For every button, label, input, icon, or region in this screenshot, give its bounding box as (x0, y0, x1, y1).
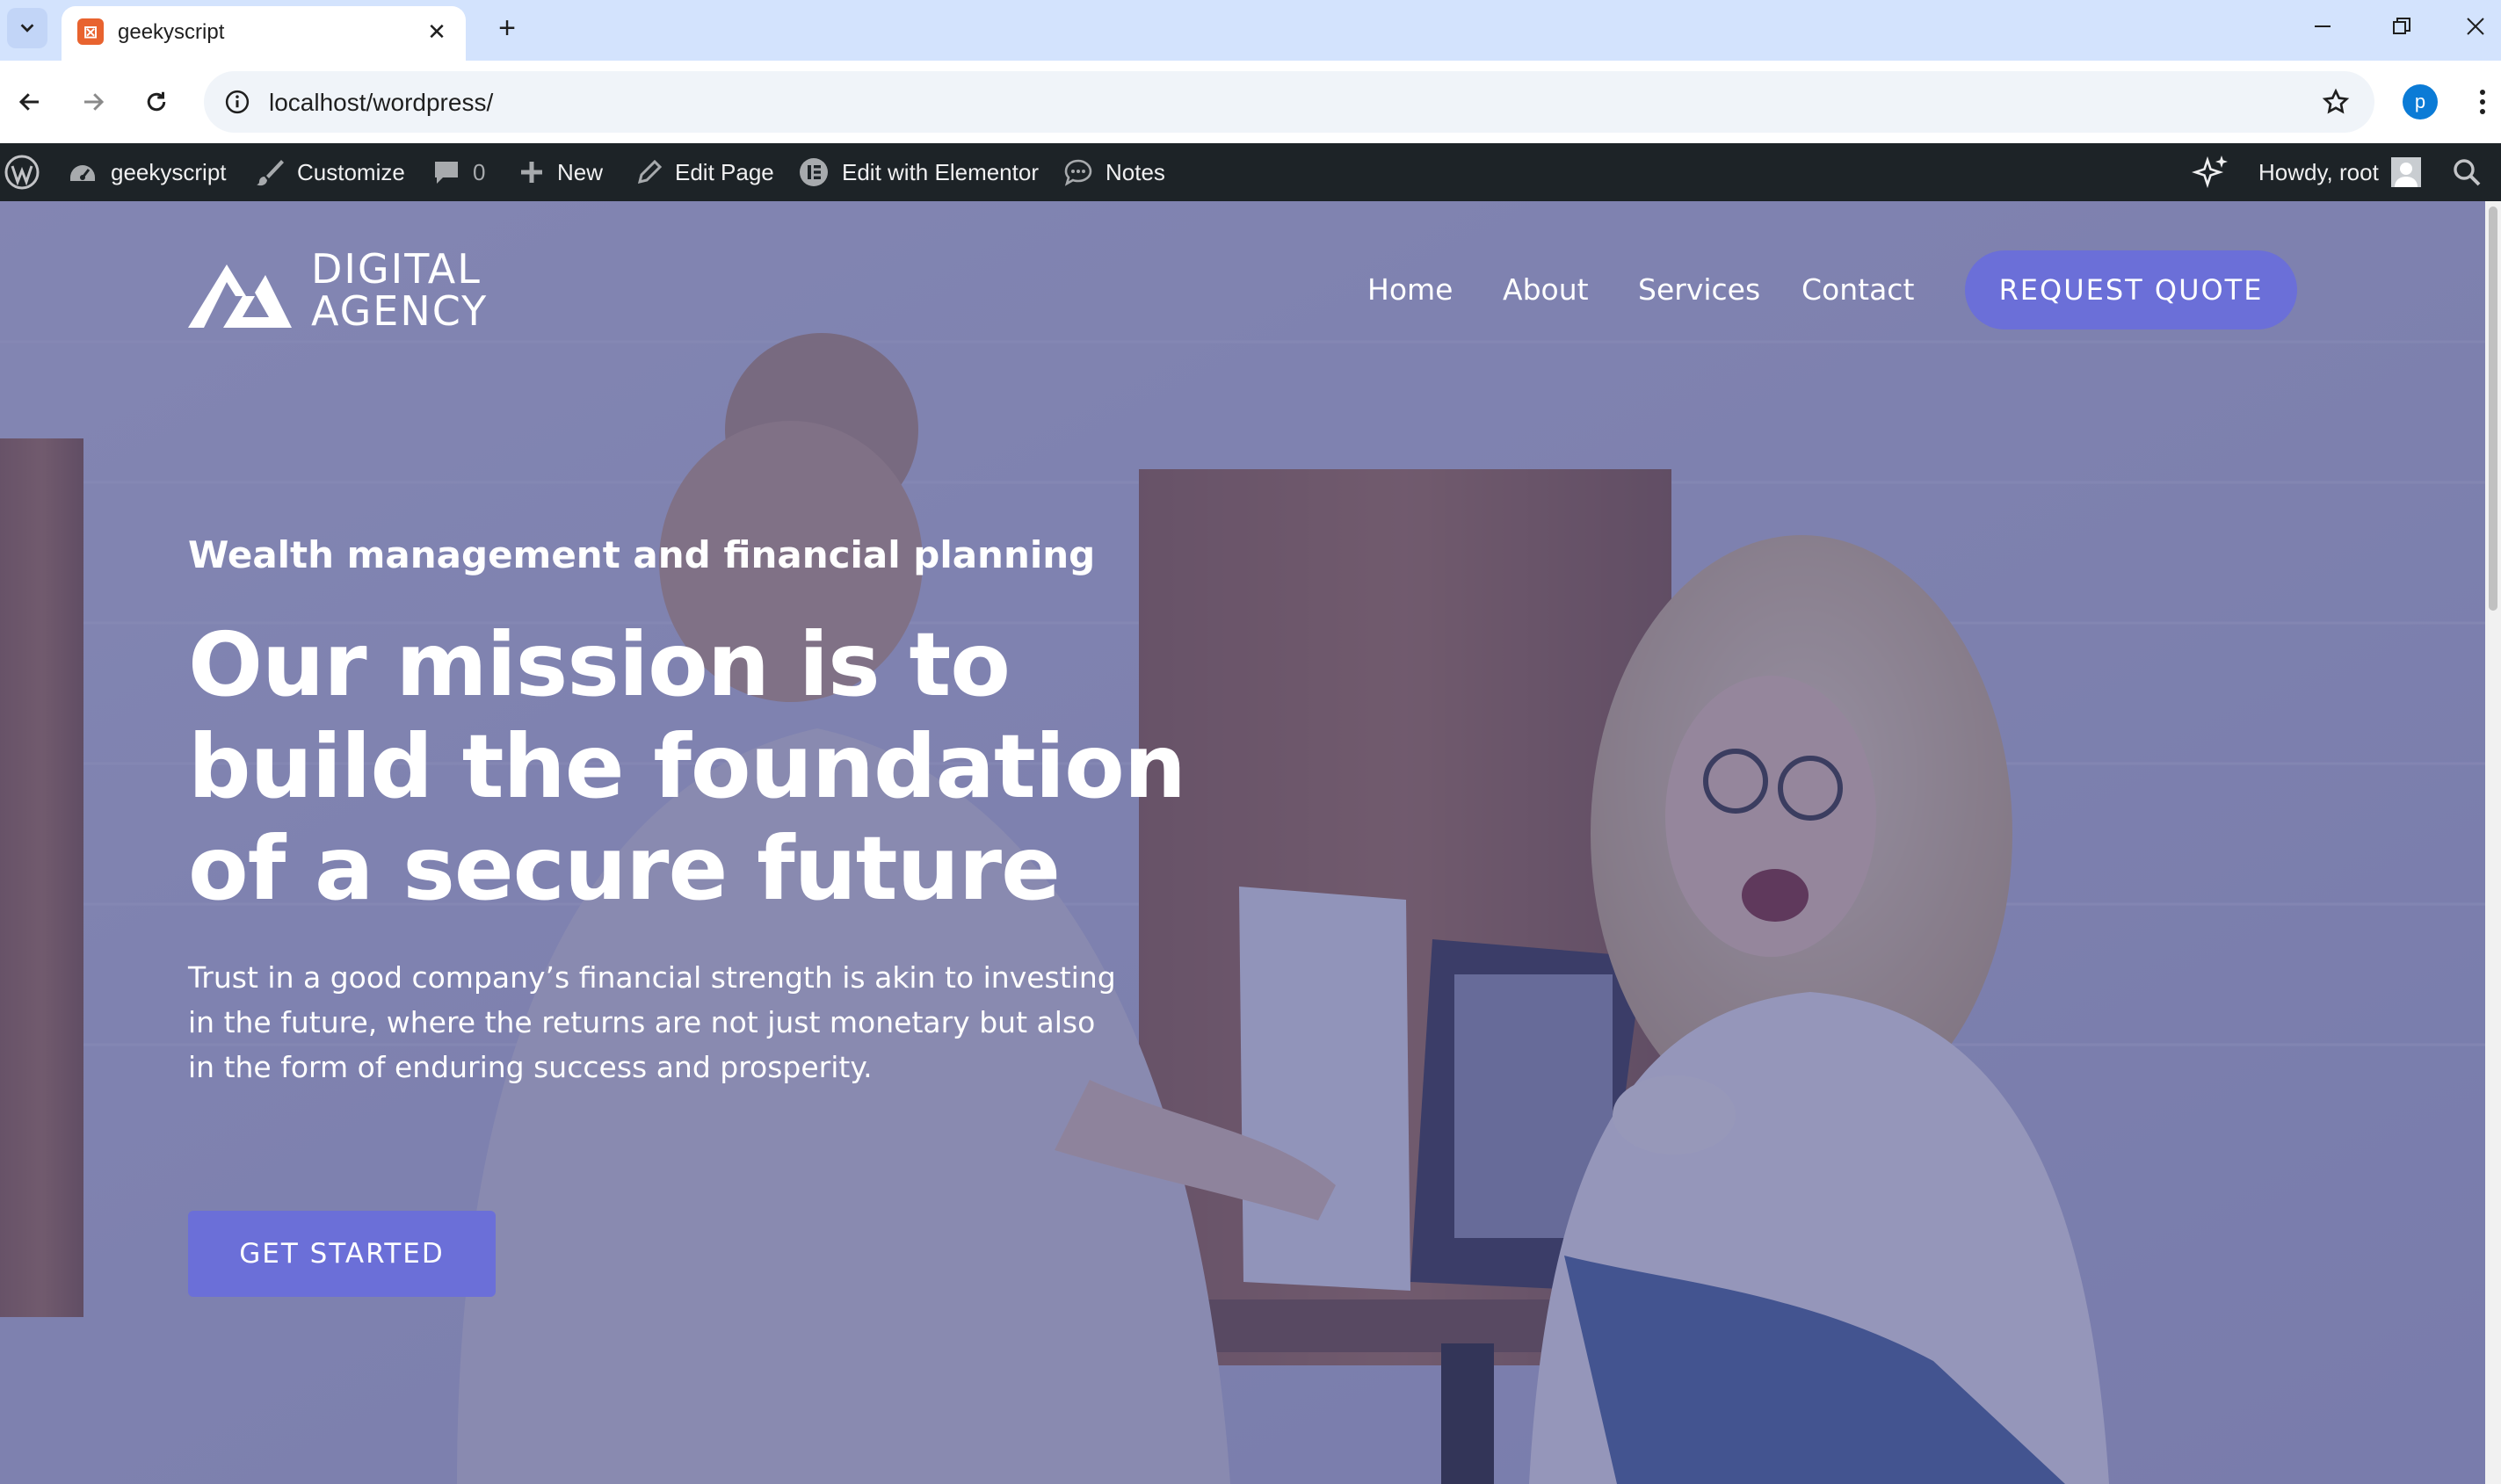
site-logo[interactable]: DIGITAL AGENCY (188, 248, 488, 332)
nav-services[interactable]: Services (1638, 272, 1760, 307)
edit-page-label: Edit Page (675, 158, 774, 185)
paintbrush-icon (255, 157, 285, 187)
elementor-icon (798, 156, 830, 188)
request-quote-button[interactable]: REQUEST QUOTE (1965, 250, 2297, 329)
speech-bubble-icon (1063, 157, 1093, 187)
notes-label: Notes (1106, 158, 1165, 185)
my-account-menu[interactable]: Howdy, root (2258, 143, 2421, 201)
profile-avatar[interactable]: p (2403, 84, 2438, 119)
user-avatar-icon (2390, 157, 2421, 187)
notes-link[interactable]: Notes (1063, 143, 1165, 201)
ai-assistant-button[interactable] (2192, 143, 2230, 201)
wordpress-logo-icon (4, 155, 40, 190)
reload-button[interactable] (135, 81, 178, 123)
nav-contact[interactable]: Contact (1801, 272, 1914, 307)
comment-bubble-icon (432, 158, 460, 186)
hero-eyebrow: Wealth management and financial planning (188, 533, 1096, 576)
howdy-label: Howdy, root (2258, 158, 2379, 185)
logo-mark-icon (188, 264, 292, 328)
comments-link[interactable]: 0 (432, 143, 485, 201)
logo-line-1: DIGITAL (311, 245, 482, 293)
arrow-left-icon (18, 93, 39, 111)
scrollbar-thumb[interactable] (2489, 206, 2497, 611)
close-tab-icon[interactable]: ✕ (422, 17, 452, 47)
tab-title: geekyscript (118, 20, 225, 44)
browser-menu-icon[interactable] (2469, 84, 2496, 119)
forward-button[interactable] (72, 81, 114, 123)
nav-home[interactable]: Home (1367, 272, 1453, 307)
browser-tab[interactable]: ⊠ geekyscript ✕ (62, 6, 466, 61)
close-window-icon[interactable] (2450, 5, 2501, 47)
wp-admin-bar: geekyscript Customize 0 New Edit Page Ed… (0, 143, 2501, 201)
page-scrollbar[interactable] (2485, 201, 2501, 1484)
edit-with-elementor-link[interactable]: Edit with Elementor (798, 143, 1039, 201)
reload-icon (147, 91, 166, 112)
comments-count: 0 (473, 158, 486, 185)
edit-elementor-label: Edit with Elementor (842, 158, 1039, 185)
logo-line-2: AGENCY (311, 287, 489, 335)
minimize-window-icon[interactable] (2292, 5, 2353, 47)
edit-page-link[interactable]: Edit Page (636, 143, 774, 201)
dashboard-icon (67, 156, 98, 188)
hero-headline: Our mission is to build the foundation o… (188, 613, 1186, 920)
hero-description: Trust in a good company’s financial stre… (188, 960, 1116, 1084)
url-text: localhost/wordpress/ (269, 89, 494, 116)
back-button[interactable] (9, 81, 51, 123)
sparkles-icon (2192, 153, 2230, 192)
new-label: New (557, 158, 604, 185)
chevron-down-icon (20, 24, 34, 33)
site-info-icon[interactable] (220, 84, 255, 119)
address-bar[interactable]: localhost/wordpress/ (204, 71, 2374, 133)
arrow-right-icon (84, 93, 105, 111)
tab-search-button[interactable] (7, 8, 47, 48)
customize-label: Customize (297, 158, 405, 185)
wordpress-logo-button[interactable] (4, 143, 40, 201)
browser-toolbar: localhost/wordpress/ p (0, 61, 2501, 143)
nav-about[interactable]: About (1503, 272, 1589, 307)
new-tab-button[interactable]: + (488, 9, 526, 47)
logo-wordmark: DIGITAL AGENCY (311, 248, 488, 332)
admin-search-icon[interactable] (2452, 143, 2482, 201)
restore-window-icon[interactable] (2371, 5, 2432, 47)
site-name-menu[interactable]: geekyscript (67, 143, 227, 201)
browser-tab-strip: ⊠ geekyscript ✕ + (0, 0, 2501, 61)
bookmark-star-icon[interactable] (2316, 83, 2355, 121)
pencil-icon (636, 159, 663, 185)
hero-section: DIGITAL AGENCY Home About Services Conta… (0, 201, 2501, 1484)
plus-icon (518, 159, 545, 185)
xampp-favicon-icon: ⊠ (77, 18, 104, 45)
site-name: geekyscript (111, 158, 227, 185)
new-content-menu[interactable]: New (518, 143, 603, 201)
customize-link[interactable]: Customize (255, 143, 405, 201)
get-started-button[interactable]: GET STARTED (188, 1211, 496, 1297)
